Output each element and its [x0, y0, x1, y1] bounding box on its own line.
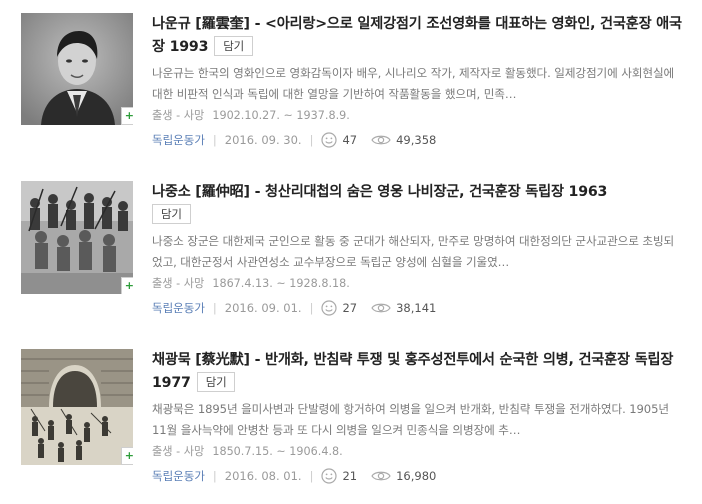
save-button[interactable]: 담기 — [214, 36, 254, 56]
view-count: 16,980 — [396, 469, 437, 483]
publish-date: 2016. 09. 30. — [224, 133, 302, 147]
like-count: 27 — [342, 301, 358, 315]
smile-icon[interactable] — [321, 300, 338, 316]
article-description[interactable]: 나중소 장군은 대한제국 군인으로 활동 중 군대가 해산되자, 만주로 망명하… — [152, 231, 682, 273]
eye-icon — [371, 471, 391, 481]
portrait-thumbnail[interactable]: +29 — [21, 13, 133, 125]
list-item: +29 나운규 [羅雲奎] - <아리랑>으로 일제강점기 조선영화를 대표하는… — [0, 13, 702, 168]
like-count: 47 — [342, 133, 358, 147]
article-meta: 독립운동가 | 2016. 09. 30. | 47 49,358 — [152, 131, 437, 149]
battle-illustration-thumbnail[interactable]: +16 — [21, 349, 133, 465]
photo-count-badge: +15 — [121, 277, 133, 294]
category-link[interactable]: 독립운동가 — [152, 131, 205, 149]
eye-icon — [371, 303, 391, 313]
category-link[interactable]: 독립운동가 — [152, 467, 205, 485]
publish-date: 2016. 09. 01. — [224, 301, 302, 315]
category-link[interactable]: 독립운동가 — [152, 299, 205, 317]
article-meta: 독립운동가 | 2016. 09. 01. | 27 38,141 — [152, 299, 437, 317]
view-count: 49,358 — [396, 133, 437, 147]
save-button[interactable]: 담기 — [152, 204, 191, 224]
article-title[interactable]: 나운규 [羅雲奎] - <아리랑>으로 일제강점기 조선영화를 대표하는 영화인… — [152, 13, 682, 59]
photo-count-badge: +29 — [121, 107, 133, 125]
publish-date: 2016. 08. 01. — [224, 469, 302, 483]
save-button[interactable]: 담기 — [196, 372, 236, 392]
view-count: 38,141 — [396, 301, 437, 315]
smile-icon[interactable] — [321, 132, 338, 148]
smile-icon[interactable] — [321, 468, 338, 484]
article-list: +29 나운규 [羅雲奎] - <아리랑>으로 일제강점기 조선영화를 대표하는… — [0, 0, 702, 495]
article-title[interactable]: 나중소 [羅仲昭] - 청산리대첩의 숨은 영웅 나비장군, 건국훈장 독립장 … — [152, 181, 682, 227]
article-meta: 독립운동가 | 2016. 08. 01. | 21 16,980 — [152, 467, 437, 485]
life-span: 출생 - 사망 1867.4.13. ~ 1928.8.18. — [152, 277, 350, 290]
eye-icon — [371, 135, 391, 145]
photo-count-badge: +16 — [121, 447, 133, 465]
life-span: 출생 - 사망 1850.7.15. ~ 1906.4.8. — [152, 445, 343, 458]
list-item: +15 나중소 [羅仲昭] - 청산리대첩의 숨은 영웅 나비장군, 건국훈장 … — [0, 181, 702, 336]
article-description[interactable]: 나운규는 한국의 영화인으로 영화감독이자 배우, 시나리오 작가, 제작자로 … — [152, 63, 682, 105]
like-count: 21 — [342, 469, 358, 483]
group-photo-thumbnail[interactable]: +15 — [21, 181, 133, 294]
life-span: 출생 - 사망 1902.10.27. ~ 1937.8.9. — [152, 109, 350, 122]
article-description[interactable]: 채광묵은 1895년 을미사변과 단발령에 항거하여 의병을 일으켜 반개화, … — [152, 399, 682, 441]
list-item: +16 채광묵 [蔡光默] - 반개화, 반침략 투쟁 및 홍주성전투에서 순국… — [0, 349, 702, 504]
article-title[interactable]: 채광묵 [蔡光默] - 반개화, 반침략 투쟁 및 홍주성전투에서 순국한 의병… — [152, 349, 682, 395]
